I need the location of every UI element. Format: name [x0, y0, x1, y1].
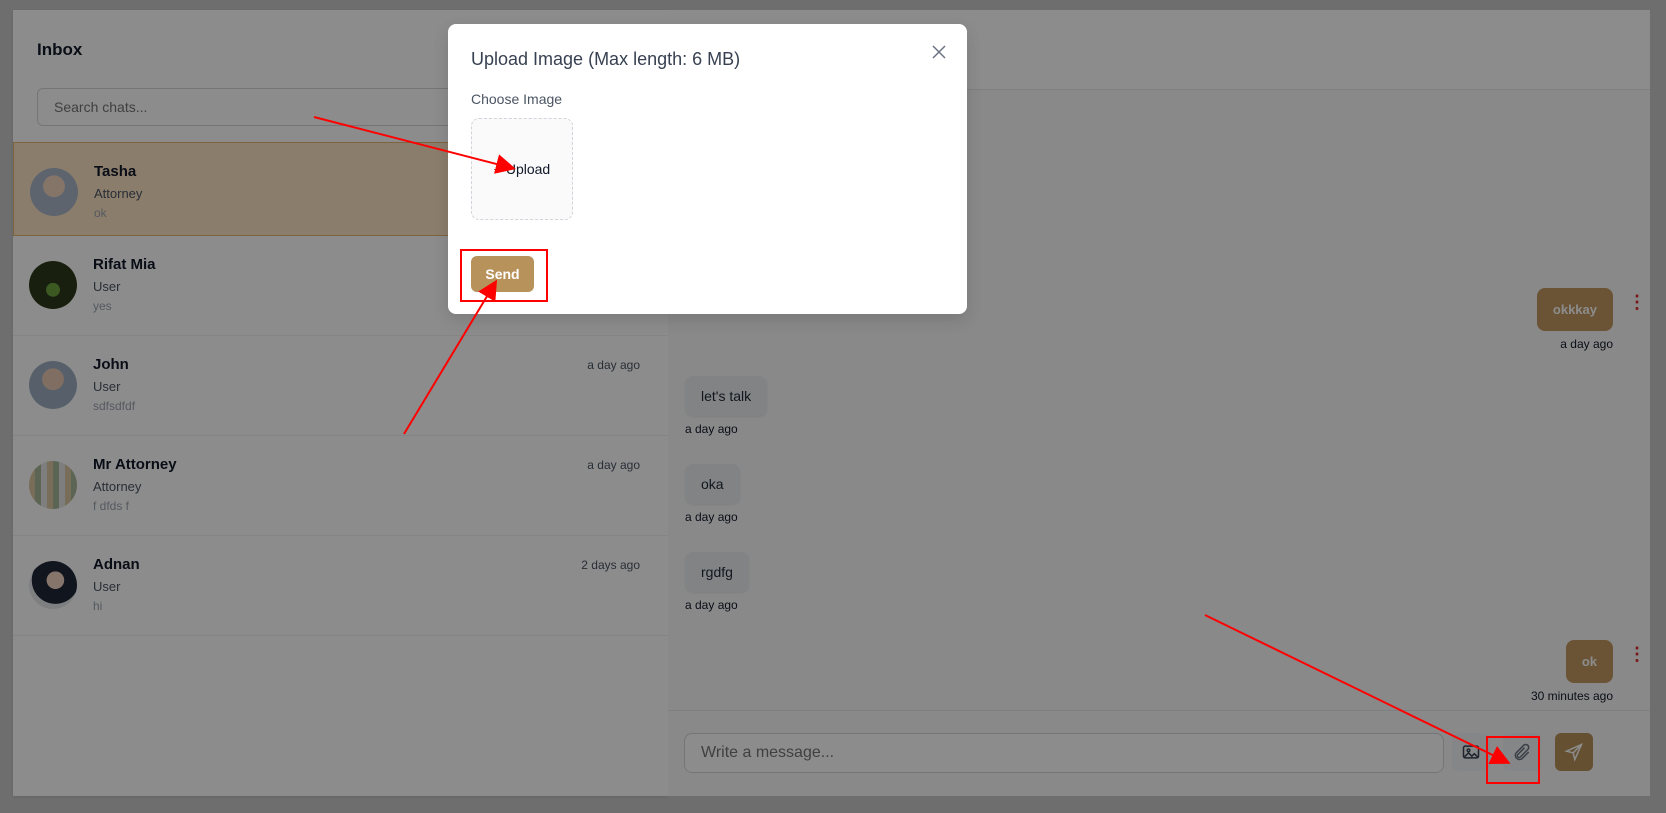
annotation-highlight-image-button — [1486, 736, 1540, 784]
modal-title: Upload Image (Max length: 6 MB) — [471, 49, 741, 69]
annotation-highlight-send — [460, 249, 548, 302]
upload-label: + Upload — [493, 161, 551, 177]
upload-dropzone[interactable]: + Upload — [471, 118, 573, 220]
close-icon[interactable] — [929, 42, 949, 62]
choose-image-label: Choose Image — [471, 91, 563, 107]
